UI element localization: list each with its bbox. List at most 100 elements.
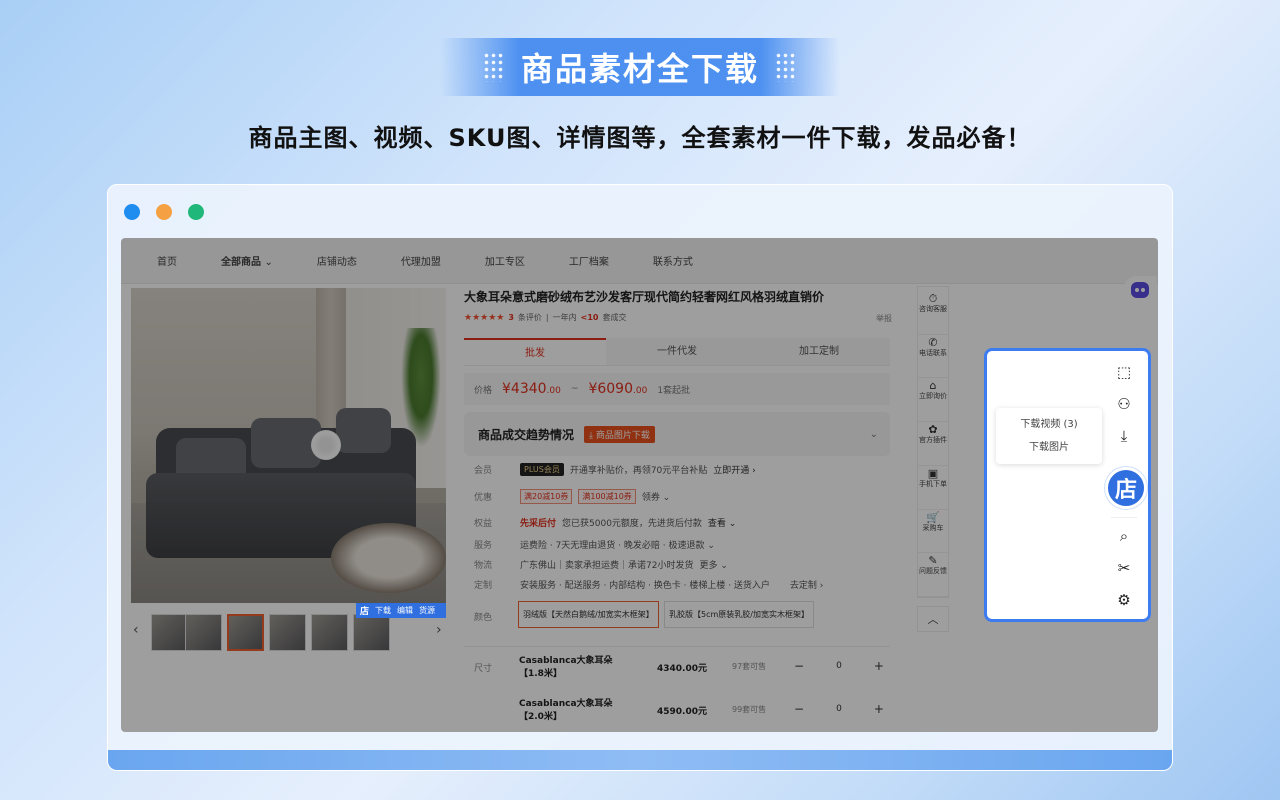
image-source-button[interactable]: 货源 [419,605,435,616]
row-text[interactable]: 运费险 · 7天无理由退货 · 晚发必赔 · 极速退款 ⌄ [520,538,715,551]
mobile-order-tool[interactable]: ▣ 手机下单 [918,466,948,510]
rights-row: 权益 先采后付 您已获5000元额度，先进货后付款 查看 ⌄ [474,516,736,529]
cart-icon: 🛒 [926,510,940,524]
coffee-table [331,523,446,593]
view-link[interactable]: 查看 ⌄ [708,516,736,529]
more-link[interactable]: 更多 ⌄ [699,558,727,571]
image-download-button[interactable]: ⤓ 商品图片下载 [584,425,655,443]
trend-section: 商品成交趋势情况 ⤓ 商品图片下载 ⌄ [464,412,890,456]
thumb-prev-arrow-icon[interactable]: ‹ [133,622,139,638]
scissors-icon[interactable]: ✂ [1107,553,1141,583]
thumb-next-arrow-icon[interactable]: › [436,622,442,638]
thumbnail[interactable] [185,614,222,651]
robot-face-icon [1131,282,1149,298]
download-video-item[interactable]: 下载视频 (3) [996,413,1102,436]
row-key: 物流 [474,561,493,571]
service-row: 服务 运费险 · 7天无理由退货 · 晚发必赔 · 极速退款 ⌄ [474,538,715,551]
side-toolbar: ⏱ 咨询客服 ✆ 电话联系 ⌂ 立即询价 ✿ 官方插件 ▣ 手机下单 🛒 采购车 ✎ 问题反馈 [917,286,949,598]
coupon-badge[interactable]: 满100减10券 [578,489,636,504]
download-icon[interactable]: ⤓ [1107,421,1141,451]
nav-shop-news[interactable]: 店铺动态 [317,253,357,268]
member-row: 会员 PLUS会员 开通享补贴价，再领70元平台补贴 立即开通 › [474,463,756,476]
user-check-icon[interactable]: ⚇ [1107,389,1141,419]
store-plugin-button[interactable]: 店 [1105,467,1147,509]
quantity-stepper: − 0 + [794,655,884,677]
trend-label: 商品成交趋势情况 [478,427,575,442]
image-download-button[interactable]: 下载 [375,605,391,616]
nav-factory-profile[interactable]: 工厂档案 [569,253,609,268]
separator: | [545,313,549,322]
coupon-badge[interactable]: 满20减10券 [520,489,573,504]
scroll-top-button[interactable]: ︿ [917,606,949,632]
puzzle-icon: ✿ [928,423,938,437]
nav-all-products[interactable]: 全部商品 ⌄ [221,253,273,268]
purchase-tabs: 批发 一件代发 加工定制 [464,338,890,366]
thumbnail-selected[interactable] [227,614,264,651]
sold-suffix: 套成交 [602,313,627,322]
chevron-down-icon[interactable]: ⌄ [870,429,878,440]
plugin-toolbar: ⬚ ⚇ ⤓ 店 ⌕ ✂ ⚙ [1105,357,1147,609]
customize-link[interactable]: 去定制 › [790,578,823,591]
quantity-input[interactable]: 0 [836,661,842,671]
minus-button[interactable]: − [794,702,804,716]
qr-code-icon: ▣ [927,466,939,480]
price-low: ¥4340.00 [502,381,561,397]
nav-contact[interactable]: 联系方式 [653,253,693,268]
window-close-button[interactable] [124,204,140,220]
price-high: ¥6090.00 [588,381,648,397]
plugin-tool[interactable]: ✿ 官方插件 [918,422,948,466]
discount-row: 优惠 满20减10券 满100减10券 领券 ⌄ [474,489,670,504]
minus-button[interactable]: − [794,659,804,673]
quantity-input[interactable]: 0 [836,704,842,714]
inquiry-tool[interactable]: ⌂ 立即询价 [918,378,948,423]
settings-icon[interactable]: ⚙ [1107,585,1141,615]
cart-tool[interactable]: 🛒 采购车 [918,510,948,554]
tab-wholesale[interactable]: 批发 [464,338,606,365]
review-count[interactable]: 3 [508,313,514,322]
tool-label: 采购车 [922,523,944,532]
row-text: 广东佛山｜卖家承担运费｜承诺72小时发货 [520,561,694,571]
thumbnail[interactable] [269,614,306,651]
plus-button[interactable]: + [874,702,884,716]
window-bottom-bar [108,750,1172,770]
color-option[interactable]: 乳胶版【5cm原装乳胶/加宽实木框架】 [664,601,814,628]
search-icon[interactable]: ⌕ [1107,521,1141,551]
report-link[interactable]: 举报 [876,313,892,324]
row-key: 会员 [474,466,493,476]
box-icon[interactable]: ⬚ [1107,357,1141,387]
custom-row: 定制 安装服务 · 配送服务 · 内部结构 · 换色卡 · 楼梯上楼 · 送货入… [474,578,823,591]
get-coupon-link[interactable]: 领券 ⌄ [642,490,670,503]
color-option-selected[interactable]: 羽绒版【天然白鹅绒/加宽实木框架】 [518,601,659,628]
thumbnail-video[interactable] [151,614,188,651]
size-price: 4590.00元 [657,707,707,717]
flower-pillow [311,430,341,460]
image-edit-button[interactable]: 编辑 [397,605,413,616]
download-image-item[interactable]: 下载图片 [996,436,1102,459]
plus-button[interactable]: + [874,659,884,673]
price-box: 价格 ¥4340.00 ~ ¥6090.00 1套起批 [464,373,890,405]
product-main-image[interactable] [131,288,446,603]
plugin-panel: 下载视频 (3) 下载图片 ⬚ ⚇ ⤓ 店 ⌕ ✂ ⚙ [984,348,1151,622]
nav-home[interactable]: 首页 [157,253,177,268]
tab-dropship[interactable]: 一件代发 [606,338,748,365]
thumbnail-strip: ‹ › [131,612,446,652]
size-price: 4340.00元 [657,664,707,674]
plus-badge: PLUS会员 [520,463,564,476]
feedback-tool[interactable]: ✎ 问题反馈 [918,553,948,598]
row-text: 安装服务 · 配送服务 · 内部结构 · 换色卡 · 楼梯上楼 · 送货入户 [520,581,770,591]
window-minimize-button[interactable] [156,204,172,220]
open-member-link[interactable]: 立即开通 › [713,463,755,476]
thumbnail[interactable] [311,614,348,651]
window-maximize-button[interactable] [188,204,204,220]
dots-decoration [482,52,505,82]
size-stock: 97套可售 [732,662,767,671]
tab-custom[interactable]: 加工定制 [748,338,890,365]
customer-service-tool[interactable]: ⏱ 咨询客服 [918,291,948,335]
assistant-bot-icon[interactable] [1123,276,1157,304]
nav-agency[interactable]: 代理加盟 [401,253,441,268]
phone-tool[interactable]: ✆ 电话联系 [918,335,948,379]
color-row: 颜色 [474,610,514,623]
sold-count: <10 [580,313,599,322]
nav-processing[interactable]: 加工专区 [485,253,525,268]
thumbnail[interactable] [353,614,390,651]
